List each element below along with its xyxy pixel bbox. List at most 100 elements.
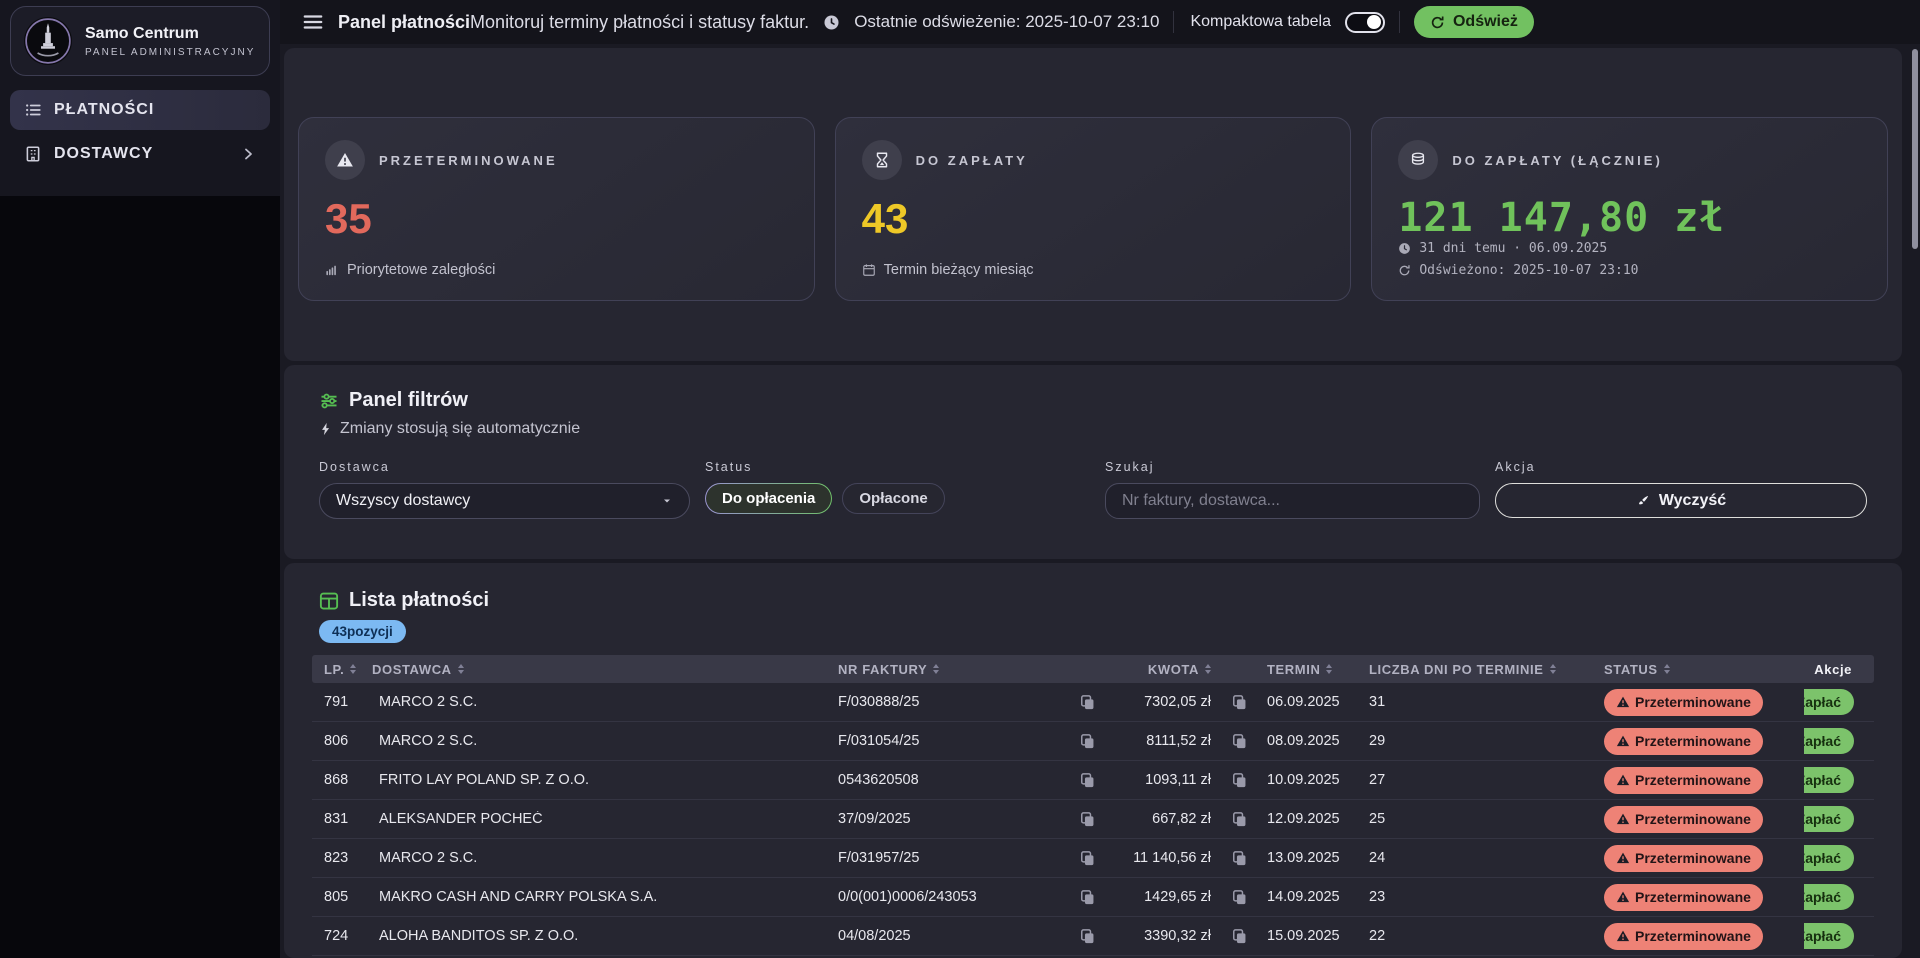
page-heading: Panel płatnościMonitoruj terminy płatnoś…: [338, 12, 809, 33]
clear-filters-button[interactable]: Wyczyść: [1495, 483, 1867, 518]
copy-icon: [1231, 811, 1248, 828]
cell-invoice: 0543620508: [838, 772, 1063, 788]
col-liczba-dni[interactable]: LICZBA DNI PO TERMINIE: [1369, 662, 1604, 677]
copy-amount-button[interactable]: [1211, 694, 1267, 711]
sidebar-item-dostawcy[interactable]: DOSTAWCY: [10, 134, 270, 174]
cell-lp: 805: [312, 889, 372, 905]
cell-actions: Zapłać: [1804, 845, 1874, 871]
copy-invoice-button[interactable]: [1063, 928, 1111, 945]
pay-button[interactable]: Zapłać: [1804, 689, 1854, 715]
status-badge: Przeterminowane: [1604, 884, 1763, 911]
table-icon: [319, 591, 339, 611]
brand-logo-icon: [23, 16, 73, 66]
copy-icon: [1079, 928, 1096, 945]
status-badge: Przeterminowane: [1604, 728, 1763, 755]
col-akcje: Akcje: [1804, 662, 1874, 677]
action-group: Akcja Wyczyść: [1495, 460, 1867, 519]
pay-button[interactable]: Zapłać: [1804, 884, 1854, 910]
copy-invoice-button[interactable]: [1063, 733, 1111, 750]
stat-card-do-zaplaty-lacznie: DO ZAPŁATY (ŁĄCZNIE) 121 147,80 zł 31 dn…: [1371, 117, 1888, 301]
search-input[interactable]: [1105, 483, 1480, 519]
pay-button[interactable]: Zapłać: [1804, 806, 1854, 832]
cell-actions: Zapłać: [1804, 884, 1874, 910]
sidebar-nav: PŁATNOŚCI DOSTAWCY: [10, 90, 270, 174]
copy-amount-button[interactable]: [1211, 811, 1267, 828]
status-badge: Przeterminowane: [1604, 806, 1763, 833]
col-kwota[interactable]: KWOTA: [1111, 662, 1211, 677]
cell-amount: 8111,52 zł: [1111, 733, 1211, 749]
clock-icon: [1398, 242, 1411, 255]
pay-button[interactable]: Zapłać: [1804, 923, 1854, 949]
cell-status: Przeterminowane: [1604, 845, 1804, 872]
cell-days-overdue: 27: [1369, 772, 1604, 788]
cell-amount: 1093,11 zł: [1111, 772, 1211, 788]
copy-icon: [1231, 850, 1248, 867]
page-title: Panel płatności: [338, 12, 470, 32]
stat-footer: Priorytetowe zaległości: [325, 262, 788, 278]
cell-copy-amount: [1211, 889, 1267, 906]
table-row: 823 MARCO 2 S.C. F/031957/25 11 140,56 z…: [312, 839, 1874, 878]
col-dostawca[interactable]: DOSTAWCA: [372, 662, 838, 677]
col-label: DOSTAWCA: [372, 662, 452, 677]
clock-icon: [823, 14, 840, 31]
cell-invoice: 04/08/2025: [838, 928, 1063, 944]
lightning-icon: [319, 422, 333, 436]
copy-amount-button[interactable]: [1211, 733, 1267, 750]
topbar: Panel płatnościMonitoruj terminy płatnoś…: [280, 0, 1920, 44]
copy-invoice-button[interactable]: [1063, 850, 1111, 867]
stat-label: DO ZAPŁATY (ŁĄCZNIE): [1452, 153, 1662, 168]
refresh-button[interactable]: Odśwież: [1414, 6, 1534, 38]
copy-amount-button[interactable]: [1211, 850, 1267, 867]
copy-invoice-button[interactable]: [1063, 772, 1111, 789]
cell-due-date: 06.09.2025: [1267, 694, 1369, 710]
refresh-icon: [1430, 15, 1445, 30]
stat-footer: 31 dni temu · 06.09.2025 Odświeżono: 202…: [1398, 241, 1861, 278]
col-nr-faktury[interactable]: NR FAKTURY: [838, 662, 1063, 677]
coins-icon: [1398, 140, 1438, 180]
menu-toggle-button[interactable]: [302, 11, 324, 33]
cell-copy-amount: [1211, 772, 1267, 789]
copy-icon: [1231, 889, 1248, 906]
pay-button[interactable]: Zapłać: [1804, 728, 1854, 754]
cell-status: Przeterminowane: [1604, 923, 1804, 950]
scrollbar-thumb[interactable]: [1912, 49, 1918, 249]
warning-icon: [1616, 929, 1630, 943]
copy-invoice-button[interactable]: [1063, 694, 1111, 711]
copy-invoice-button[interactable]: [1063, 811, 1111, 828]
hamburger-icon: [302, 11, 324, 33]
copy-amount-button[interactable]: [1211, 889, 1267, 906]
copy-icon: [1079, 811, 1096, 828]
col-label: KWOTA: [1148, 662, 1199, 677]
cell-copy-invoice: [1063, 772, 1111, 789]
warning-icon: [1616, 851, 1630, 865]
cell-actions: Zapłać: [1804, 767, 1874, 793]
status-filter-oplacone[interactable]: Opłacone: [842, 483, 944, 514]
col-label: LP.: [324, 662, 344, 677]
filter-panel: Panel filtrów Zmiany stosują się automat…: [284, 365, 1902, 559]
sidebar-item-label: PŁATNOŚCI: [54, 101, 154, 119]
copy-amount-button[interactable]: [1211, 928, 1267, 945]
status-badge: Przeterminowane: [1604, 923, 1763, 950]
compact-table-toggle[interactable]: [1345, 12, 1385, 33]
status-filter-group: Status Do opłacenia Opłacone: [705, 460, 1090, 519]
brand-card[interactable]: Samo Centrum PANEL ADMINISTRACYJNY: [10, 6, 270, 76]
col-status[interactable]: STATUS: [1604, 662, 1804, 677]
supplier-select[interactable]: Wszyscy dostawcy: [319, 483, 690, 519]
sidebar-item-platnosci[interactable]: PŁATNOŚCI: [10, 90, 270, 130]
col-lp[interactable]: LP.: [312, 662, 372, 677]
status-filter-do-oplacenia[interactable]: Do opłacenia: [705, 483, 832, 514]
stat-card-przeterminowane: PRZETERMINOWANE 35 Priorytetowe zaległoś…: [298, 117, 815, 301]
items-count-badge: 43pozycji: [319, 620, 406, 643]
pay-button[interactable]: Zapłać: [1804, 845, 1854, 871]
supplier-label: Dostawca: [319, 460, 690, 474]
cell-invoice: F/031054/25: [838, 733, 1063, 749]
status-badge: Przeterminowane: [1604, 689, 1763, 716]
cell-due-date: 10.09.2025: [1267, 772, 1369, 788]
pay-button[interactable]: Zapłać: [1804, 767, 1854, 793]
col-termin[interactable]: TERMIN: [1267, 662, 1369, 677]
brand-text: Samo Centrum PANEL ADMINISTRACYJNY: [85, 25, 255, 58]
stat-footer: Termin bieżący miesiąc: [862, 262, 1325, 278]
copy-invoice-button[interactable]: [1063, 889, 1111, 906]
copy-amount-button[interactable]: [1211, 772, 1267, 789]
table-title: Lista płatności: [312, 589, 1874, 612]
